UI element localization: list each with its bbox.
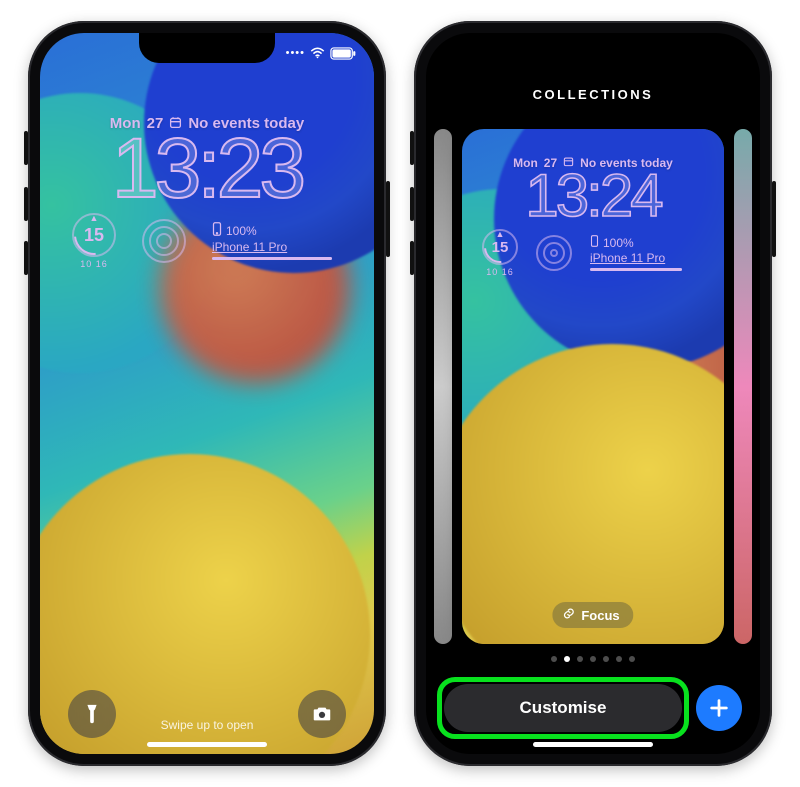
- battery-device: iPhone 11 Pro: [212, 240, 287, 254]
- temp: 15: [84, 226, 104, 244]
- phone-icon: [590, 235, 599, 250]
- status-bar: ••••: [54, 41, 360, 65]
- signal-icon: ••••: [286, 47, 305, 59]
- add-wallpaper-button[interactable]: [696, 685, 742, 731]
- battery-bar: [212, 257, 332, 260]
- focus-button[interactable]: Focus: [552, 602, 633, 628]
- preview-current[interactable]: Mon 27 No events today 13:24 ▲15 10 16: [462, 129, 724, 644]
- notch: [525, 33, 661, 63]
- weather-widget[interactable]: ▲ 15 10 16: [72, 213, 116, 269]
- home-indicator[interactable]: [533, 742, 653, 747]
- collections-title: COLLECTIONS: [426, 87, 760, 102]
- page-dots[interactable]: [426, 656, 760, 662]
- battery-widget[interactable]: 100% iPhone 11 Pro: [212, 222, 332, 260]
- home-indicator[interactable]: [147, 742, 267, 747]
- activity-widget[interactable]: [142, 219, 186, 263]
- customise-button[interactable]: Customise: [444, 684, 682, 732]
- clock[interactable]: 13:23: [54, 130, 360, 207]
- lockscreen-content: •••• Mon 27: [40, 33, 374, 754]
- preview-clock: 13:24: [470, 168, 716, 223]
- screen-collections[interactable]: COLLECTIONS Mon 27 No events today: [426, 33, 760, 754]
- link-icon: [562, 607, 575, 623]
- phone-lockscreen: •••• Mon 27: [28, 21, 386, 766]
- preview-next[interactable]: [734, 129, 752, 644]
- focus-label: Focus: [581, 608, 619, 623]
- phone-collections: COLLECTIONS Mon 27 No events today: [414, 21, 772, 766]
- swipe-hint: Swipe up to open: [40, 718, 374, 732]
- customise-highlight: Customise: [444, 684, 682, 732]
- wallpaper-carousel[interactable]: Mon 27 No events today 13:24 ▲15 10 16: [426, 129, 760, 644]
- wifi-icon: [310, 47, 325, 59]
- battery-icon: [330, 47, 356, 60]
- phone-icon: [212, 222, 222, 239]
- preview-prev[interactable]: [434, 129, 452, 644]
- battery-percent: 100%: [226, 224, 257, 238]
- widget-row[interactable]: ▲ 15 10 16 100%: [54, 213, 360, 269]
- preview-content: Mon 27 No events today 13:24 ▲15 10 16: [462, 129, 724, 644]
- screen-lockscreen[interactable]: •••• Mon 27: [40, 33, 374, 754]
